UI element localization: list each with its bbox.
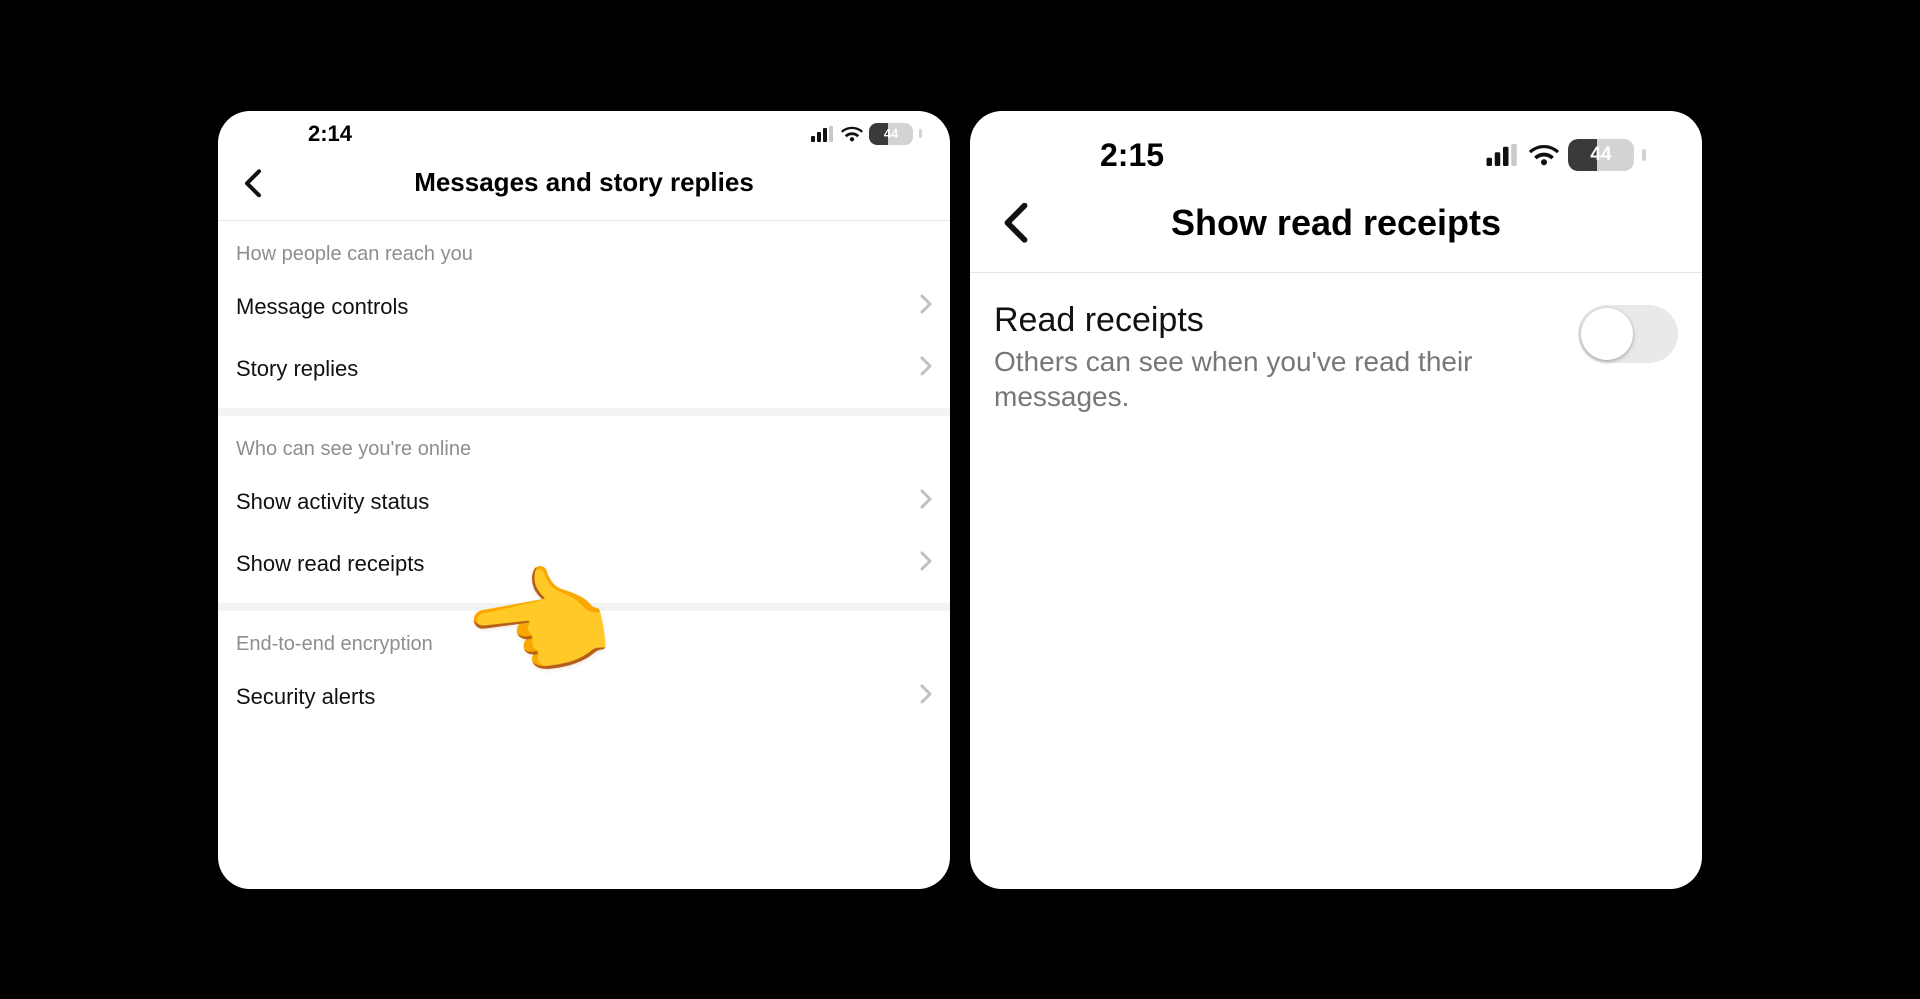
section-header-reach: How people can reach you [218,221,950,276]
toggle-texts: Read receipts Others can see when you've… [994,301,1578,414]
toggle-subtitle: Others can see when you've read their me… [994,344,1554,414]
section-encryption: End-to-end encryption Security alerts [218,611,950,728]
toggle-title: Read receipts [994,301,1554,340]
row-security-alerts[interactable]: Security alerts [218,666,950,728]
chevron-left-icon [244,169,262,197]
row-story-replies[interactable]: Story replies [218,338,950,400]
nav-bar: Messages and story replies [218,153,950,221]
section-header-online: Who can see you're online [218,416,950,471]
wifi-icon [841,126,863,142]
chevron-right-icon [920,356,932,382]
switch-knob [1581,308,1633,360]
battery-tip-icon [1642,149,1646,161]
back-button[interactable] [236,166,270,200]
screenshot-pair: 2:14 44 Messages and story replies [200,93,1720,907]
page-title: Show read receipts [994,202,1678,244]
battery-icon: 44 [869,123,913,145]
status-time: 2:15 [1100,137,1164,174]
chevron-left-icon [1003,202,1029,242]
row-read-receipts-toggle: Read receipts Others can see when you've… [970,273,1702,414]
chevron-right-icon [920,294,932,320]
section-online: Who can see you're online Show activity … [218,416,950,595]
section-reach: How people can reach you Message control… [218,221,950,400]
wifi-icon [1528,144,1560,166]
battery-level: 44 [1568,144,1634,166]
row-activity-status[interactable]: Show activity status [218,471,950,533]
section-divider [218,603,950,611]
row-label: Show read receipts [236,551,424,577]
battery-tip-icon [919,129,922,138]
row-message-controls[interactable]: Message controls [218,276,950,338]
row-label: Story replies [236,356,358,382]
section-divider [218,408,950,416]
row-label: Message controls [236,294,408,320]
cell-signal-icon [1486,144,1520,166]
nav-bar: Show read receipts [970,184,1702,273]
status-time: 2:14 [308,121,352,147]
status-right: 44 [1486,139,1646,171]
status-bar: 2:14 44 [218,111,950,153]
status-bar: 2:15 44 [970,111,1702,184]
chevron-right-icon [920,684,932,710]
cell-signal-icon [811,126,835,142]
row-read-receipts[interactable]: Show read receipts [218,533,950,595]
row-label: Security alerts [236,684,375,710]
section-header-encryption: End-to-end encryption [218,611,950,666]
phone-right: 2:15 44 Show read receipts [970,111,1702,889]
chevron-right-icon [920,551,932,577]
row-label: Show activity status [236,489,429,515]
chevron-right-icon [920,489,932,515]
phone-left: 2:14 44 Messages and story replies [218,111,950,889]
battery-icon: 44 [1568,139,1634,171]
read-receipts-switch[interactable] [1578,305,1678,363]
page-title: Messages and story replies [236,167,932,198]
back-button[interactable] [994,200,1038,244]
status-right: 44 [811,123,922,145]
battery-level: 44 [869,126,913,141]
